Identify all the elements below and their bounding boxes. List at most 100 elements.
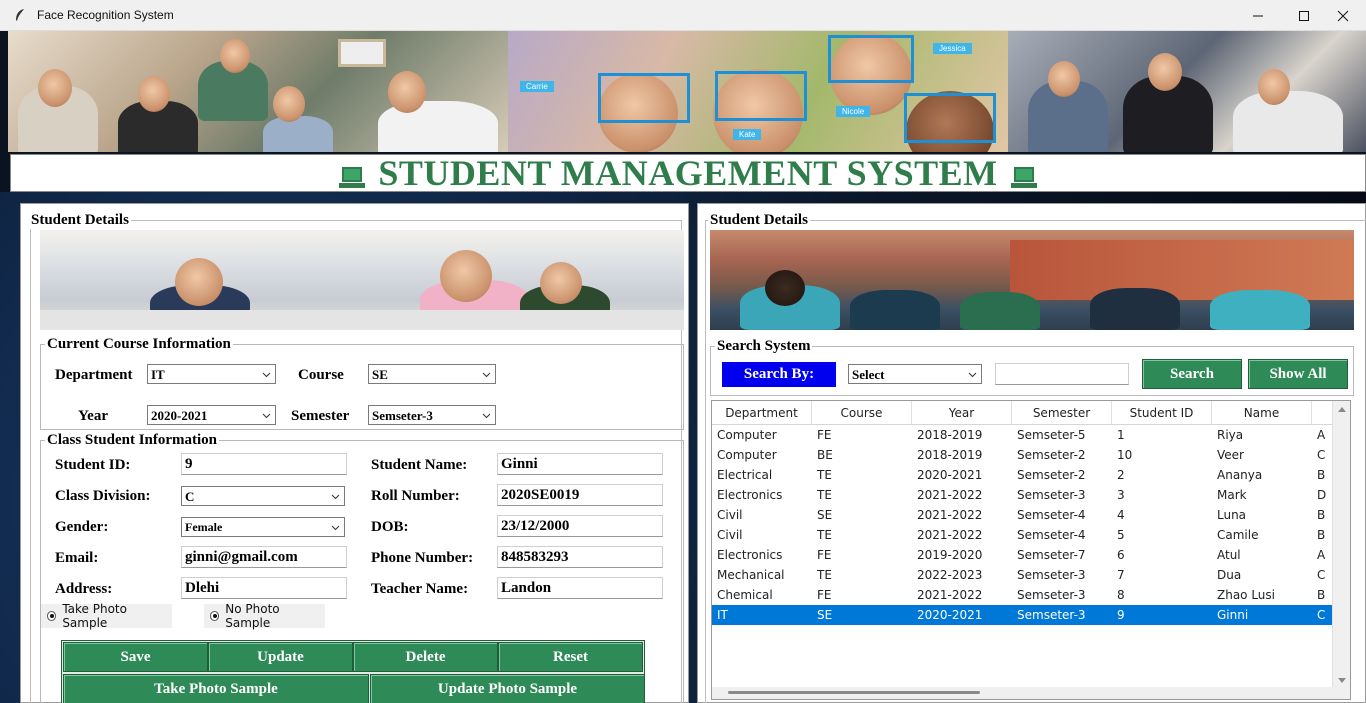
vertical-scrollbar[interactable] — [1332, 401, 1350, 699]
table-row[interactable]: Electronics FE 2019-2020 Semseter-7 6 Atul A — [712, 545, 1334, 565]
horizontal-scrollbar[interactable] — [712, 687, 1334, 699]
classroom-image — [40, 230, 684, 330]
table-row[interactable]: Electronics TE 2021-2022 Semseter-3 3 Mark D — [712, 485, 1334, 505]
table-row[interactable]: Computer BE 2018-2019 Semseter-2 10 Veer C — [712, 445, 1334, 465]
table-cell: Semseter-4 — [1017, 508, 1086, 522]
table-cell: 2021-2022 — [917, 508, 983, 522]
update-button[interactable]: Update — [208, 642, 353, 672]
reset-button[interactable]: Reset — [498, 642, 643, 672]
scroll-up-icon[interactable] — [1337, 405, 1347, 413]
scroll-down-icon[interactable] — [1337, 677, 1347, 685]
chevron-down-icon — [331, 525, 340, 531]
semester-label: Semester — [291, 408, 350, 424]
show-all-button[interactable]: Show All — [1248, 359, 1348, 389]
window-title-bar: Face Recognition System — [0, 0, 1366, 31]
address-field[interactable]: Dlehi — [181, 577, 347, 599]
table-cell: Atul — [1217, 548, 1241, 562]
table-cell: Zhao Lusi — [1217, 588, 1276, 602]
column-header[interactable]: Student ID — [1112, 401, 1212, 425]
table-cell: 8 — [1117, 588, 1125, 602]
table-cell: Dua — [1217, 568, 1242, 582]
chevron-down-icon — [262, 413, 271, 419]
course-select[interactable]: SE — [368, 364, 496, 384]
search-input[interactable] — [995, 363, 1129, 385]
save-button[interactable]: Save — [63, 642, 208, 672]
search-button[interactable]: Search — [1142, 359, 1242, 389]
take-photo-radio[interactable]: Take Photo Sample — [41, 602, 172, 630]
table-cell: 3 — [1117, 488, 1125, 502]
phone-number-field[interactable]: 848583293 — [497, 546, 663, 568]
dob-field[interactable]: 23/12/2000 — [497, 515, 663, 537]
feather-icon — [16, 9, 24, 21]
table-cell: Semseter-2 — [1017, 448, 1086, 462]
column-header[interactable]: Semester — [1012, 401, 1112, 425]
class-division-select[interactable]: C — [181, 486, 345, 506]
table-cell: Electronics — [717, 488, 783, 502]
student-details-table-frame: Student Details Search System Search By:… — [697, 203, 1366, 703]
phone-number-label: Phone Number: — [371, 550, 474, 566]
semester-value: Semseter-3 — [372, 408, 433, 423]
laptop-icon — [339, 167, 366, 188]
no-photo-radio[interactable]: No Photo Sample — [204, 602, 325, 630]
maximize-icon — [1299, 10, 1309, 21]
class-info-label: Class Student Information — [45, 432, 220, 449]
email-field[interactable]: ginni@gmail.com — [181, 546, 347, 568]
column-header[interactable]: Department — [712, 401, 812, 425]
delete-button[interactable]: Delete — [353, 642, 498, 672]
banner-students-image — [8, 31, 508, 152]
column-header[interactable]: Year — [912, 401, 1012, 425]
teacher-name-field[interactable]: Landon — [497, 577, 663, 599]
minimize-button[interactable] — [1235, 0, 1281, 31]
table-cell: Semseter-7 — [1017, 548, 1086, 562]
table-cell: 4 — [1117, 508, 1125, 522]
table-header: Department Course Year Semester Student ID Na… — [712, 401, 1334, 425]
table-cell: 2021-2022 — [917, 528, 983, 542]
student-table: Department Course Year Semester Student ID Na… — [711, 400, 1351, 700]
table-cell: Ananya — [1217, 468, 1263, 482]
table-row[interactable]: IT SE 2020-2021 Semseter-3 9 Ginni C — [712, 605, 1334, 625]
table-cell: Veer — [1217, 448, 1244, 462]
table-row[interactable]: Mechanical TE 2022-2023 Semseter-3 7 Dua C — [712, 565, 1334, 585]
column-header[interactable]: Name — [1212, 401, 1312, 425]
table-cell: 10 — [1117, 448, 1133, 462]
semester-select[interactable]: Semseter-3 — [368, 405, 496, 425]
student-details-form-frame: Student Details Current Course Informati… — [20, 203, 689, 703]
year-select[interactable]: 2020-2021 — [147, 405, 276, 425]
table-row[interactable]: Electrical TE 2020-2021 Semseter-2 2 Ananya B — [712, 465, 1334, 485]
department-select[interactable]: IT — [147, 364, 276, 384]
table-cell: 7 — [1117, 568, 1125, 582]
table-cell: Computer — [717, 428, 777, 442]
table-cell: 2022-2023 — [917, 568, 983, 582]
table-cell: Semseter-5 — [1017, 428, 1086, 442]
table-body: Computer FE 2018-2019 Semseter-5 1 Riya A Compu… — [712, 425, 1334, 625]
class-division-value: C — [185, 489, 195, 504]
radio-selected-icon — [210, 611, 220, 621]
radio-selected-icon — [47, 611, 57, 621]
campus-image — [710, 230, 1354, 330]
address-label: Address: — [55, 581, 113, 597]
column-header[interactable]: Course — [812, 401, 912, 425]
search-by-value: Select — [852, 367, 885, 382]
roll-number-field[interactable]: 2020SE0019 — [497, 484, 663, 506]
gender-select[interactable]: Female — [181, 517, 345, 537]
department-value: IT — [151, 367, 165, 382]
table-row[interactable]: Chemical FE 2021-2022 Semseter-3 8 Zhao Lusi B — [712, 585, 1334, 605]
table-cell: Riya — [1217, 428, 1244, 442]
table-row[interactable]: Computer FE 2018-2019 Semseter-5 1 Riya A — [712, 425, 1334, 445]
student-name-field[interactable]: Ginni — [497, 453, 663, 475]
search-by-select[interactable]: Select — [848, 364, 982, 384]
email-label: Email: — [55, 550, 99, 566]
table-row[interactable]: Civil SE 2021-2022 Semseter-4 4 Luna B — [712, 505, 1334, 525]
table-cell: 2020-2021 — [917, 468, 983, 482]
department-label: Department — [55, 367, 133, 383]
search-by-label: Search By: — [722, 362, 836, 387]
take-photo-button[interactable]: Take Photo Sample — [63, 674, 369, 703]
update-photo-button[interactable]: Update Photo Sample — [370, 674, 645, 703]
close-button[interactable] — [1320, 0, 1366, 31]
table-cell: Luna — [1217, 508, 1247, 522]
student-id-field[interactable]: 9 — [181, 453, 347, 475]
table-row[interactable]: Civil TE 2021-2022 Semseter-4 5 Camile B — [712, 525, 1334, 545]
table-cell: B — [1317, 588, 1326, 602]
horizontal-scroll-thumb[interactable] — [728, 691, 980, 694]
table-cell: C — [1317, 608, 1326, 622]
